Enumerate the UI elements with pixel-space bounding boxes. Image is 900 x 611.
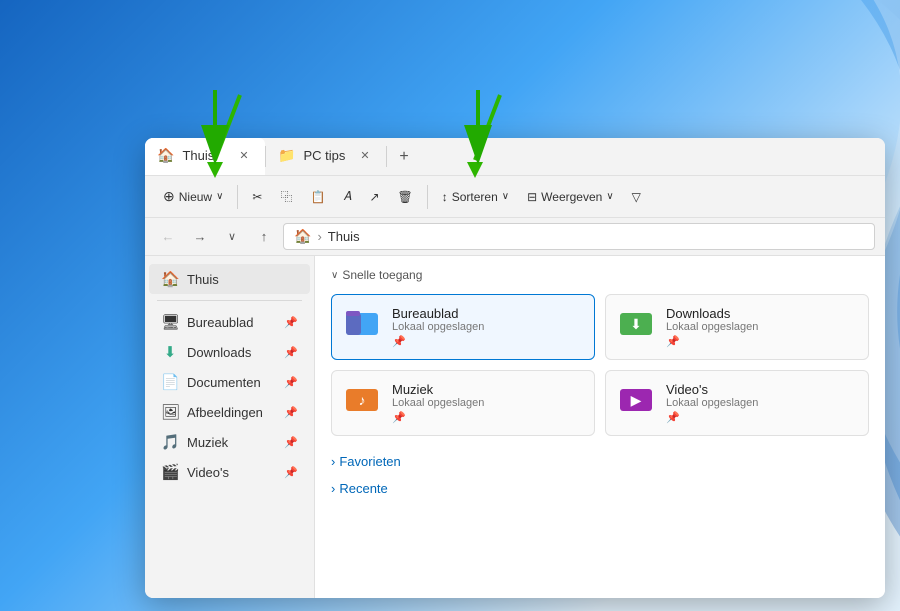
svg-text:⬇: ⬇ [630, 316, 642, 332]
folder-muziek-pin-icon: 📌 [392, 411, 484, 424]
sidebar-item-bureaublad[interactable]: 🖥 Bureaublad 📌 [149, 307, 310, 337]
link-recente[interactable]: › Recente [331, 479, 869, 498]
link-favorieten[interactable]: › Favorieten [331, 452, 869, 471]
sidebar-thuis-label: Thuis [187, 272, 219, 287]
sidebar-muziek-label: Muziek [187, 435, 228, 450]
filter-icon: ▽ [632, 190, 641, 204]
folder-muziek-name: Muziek [392, 382, 484, 397]
sidebar-divider [157, 300, 302, 301]
folder-videos-info: Video's Lokaal opgeslagen 📌 [666, 382, 758, 424]
quick-access-header: ∨ Snelle toegang [331, 268, 869, 282]
link-favorieten-chevron-icon: › [331, 454, 335, 469]
view-chevron-icon: ∨ [606, 191, 613, 202]
address-bar[interactable]: 🏠 › Thuis [283, 223, 875, 250]
folder-videos-name: Video's [666, 382, 758, 397]
folder-card-videos[interactable]: ▶ Video's Lokaal opgeslagen 📌 [605, 370, 869, 436]
content-panel: ∨ Snelle toegang Bureaublad Lokaal opges… [315, 256, 885, 598]
up-button[interactable]: ↑ [251, 224, 277, 250]
sort-chevron-icon: ∨ [502, 191, 509, 202]
folder-downloads-pin-icon: 📌 [666, 335, 758, 348]
link-favorieten-label: Favorieten [339, 454, 400, 469]
history-button[interactable]: ∨ [219, 224, 245, 250]
explorer-window: 🏠 Thuis ✕ 📁 PC tips ✕ + ⊕ Nieuw ∨ ✂ ⿻ 📋 [145, 138, 885, 598]
sidebar-downloads-icon: ⬇ [161, 343, 179, 361]
sidebar-muziek-pin-icon: 📌 [284, 436, 298, 449]
folder-downloads-icon: ⬇ [618, 305, 654, 349]
folder-bureaublad-info: Bureaublad Lokaal opgeslagen 📌 [392, 306, 484, 348]
view-icon: ⊟ [527, 190, 537, 204]
forward-icon: → [194, 229, 207, 244]
folder-card-bureaublad[interactable]: Bureaublad Lokaal opgeslagen 📌 [331, 294, 595, 360]
sidebar-item-downloads[interactable]: ⬇ Downloads 📌 [149, 337, 310, 367]
sidebar-videos-pin-icon: 📌 [284, 466, 298, 479]
sidebar-documents-icon: 📄 [161, 373, 179, 391]
folder-card-downloads[interactable]: ⬇ Downloads Lokaal opgeslagen 📌 [605, 294, 869, 360]
back-button[interactable]: ← [155, 224, 181, 250]
sidebar-music-icon: 🎵 [161, 433, 179, 451]
sidebar-afbeeldingen-pin-icon: 📌 [284, 406, 298, 419]
address-home-icon: 🏠 [294, 228, 311, 245]
folder-grid: Bureaublad Lokaal opgeslagen 📌 ⬇ Downloa… [331, 294, 869, 436]
folder-muziek-sub: Lokaal opgeslagen [392, 397, 484, 409]
address-path: Thuis [328, 229, 360, 244]
folder-card-muziek[interactable]: ♪ Muziek Lokaal opgeslagen 📌 [331, 370, 595, 436]
forward-button[interactable]: → [187, 224, 213, 250]
folder-videos-sub: Lokaal opgeslagen [666, 397, 758, 409]
annotation-arrows [145, 90, 885, 190]
sidebar-desktop-icon: 🖥 [161, 313, 179, 331]
nav-bar: ← → ∨ ↑ 🏠 › Thuis [145, 218, 885, 256]
quick-access-chevron-icon: ∨ [331, 270, 338, 281]
new-icon: ⊕ [163, 188, 175, 205]
svg-text:♪: ♪ [359, 392, 366, 408]
sidebar-videos-label: Video's [187, 465, 229, 480]
sidebar-bureaublad-pin-icon: 📌 [284, 316, 298, 329]
sidebar-afbeeldingen-label: Afbeeldingen [187, 405, 263, 420]
folder-downloads-info: Downloads Lokaal opgeslagen 📌 [666, 306, 758, 348]
folder-videos-pin-icon: 📌 [666, 411, 758, 424]
sidebar-documenten-label: Documenten [187, 375, 261, 390]
sidebar: 🏠 Thuis 🖥 Bureaublad 📌 ⬇ Downloads 📌 📄 D… [145, 256, 315, 598]
sidebar-item-videos[interactable]: 🎬 Video's 📌 [149, 457, 310, 487]
folder-bureaublad-name: Bureaublad [392, 306, 484, 321]
svg-text:▶: ▶ [631, 392, 642, 408]
sort-icon: ↕ [442, 190, 448, 204]
link-recente-label: Recente [339, 481, 387, 496]
folder-muziek-info: Muziek Lokaal opgeslagen 📌 [392, 382, 484, 424]
folder-bureaublad-pin-icon: 📌 [392, 335, 484, 348]
sidebar-documenten-pin-icon: 📌 [284, 376, 298, 389]
quick-access-label: Snelle toegang [342, 268, 422, 282]
sidebar-item-thuis[interactable]: 🏠 Thuis [149, 264, 310, 294]
address-separator: › [317, 229, 321, 244]
folder-muziek-icon: ♪ [344, 381, 380, 425]
back-icon: ← [162, 229, 175, 244]
share-icon: ↗ [369, 190, 379, 204]
copy-icon: ⿻ [280, 188, 292, 205]
sidebar-item-afbeeldingen[interactable]: 🖼 Afbeeldingen 📌 [149, 397, 310, 427]
link-recente-chevron-icon: › [331, 481, 335, 496]
sidebar-item-muziek[interactable]: 🎵 Muziek 📌 [149, 427, 310, 457]
sidebar-item-documenten[interactable]: 📄 Documenten 📌 [149, 367, 310, 397]
new-label: Nieuw [179, 190, 212, 204]
new-chevron-icon: ∨ [216, 191, 223, 202]
paste-icon: 📋 [311, 190, 326, 204]
rename-icon: 𝐴 [343, 189, 351, 204]
folder-bureaublad-sub: Lokaal opgeslagen [392, 321, 484, 333]
sort-label: Sorteren [452, 190, 498, 204]
folder-videos-icon: ▶ [618, 381, 654, 425]
cut-icon: ✂ [252, 190, 262, 204]
sidebar-pictures-icon: 🖼 [161, 403, 179, 421]
sidebar-downloads-pin-icon: 📌 [284, 346, 298, 359]
main-content: 🏠 Thuis 🖥 Bureaublad 📌 ⬇ Downloads 📌 📄 D… [145, 256, 885, 598]
sidebar-bureaublad-label: Bureaublad [187, 315, 254, 330]
sidebar-home-icon: 🏠 [161, 270, 179, 288]
up-icon: ↑ [261, 229, 268, 244]
delete-icon: 🗑 [398, 190, 413, 204]
sidebar-videos-icon: 🎬 [161, 463, 179, 481]
history-icon: ∨ [228, 230, 236, 243]
folder-downloads-sub: Lokaal opgeslagen [666, 321, 758, 333]
folder-downloads-name: Downloads [666, 306, 758, 321]
folder-bureaublad-icon [344, 305, 380, 349]
sidebar-downloads-label: Downloads [187, 345, 251, 360]
view-label: Weergeven [541, 190, 602, 204]
